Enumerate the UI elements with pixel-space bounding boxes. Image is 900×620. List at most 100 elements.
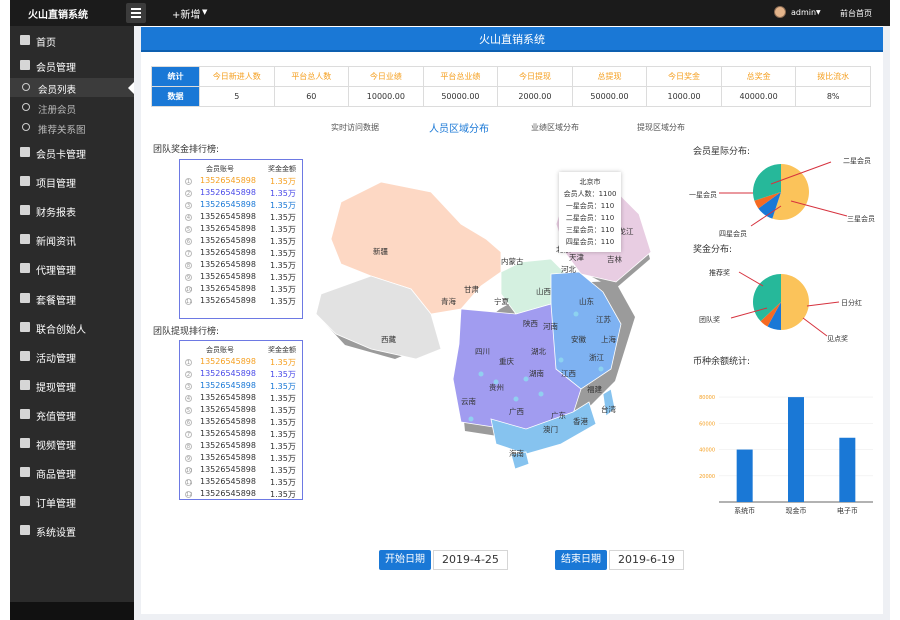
rank-badge: 8 (185, 443, 192, 450)
list-item[interactable]: 6 13526545898 1.35万 (180, 417, 302, 429)
tab-performance-region[interactable]: 业绩区域分布 (531, 122, 579, 133)
start-date-button[interactable]: 开始日期 (379, 550, 431, 570)
province-label: 广东 (551, 410, 566, 420)
list-item[interactable]: 3 13526545898 1.35万 (180, 381, 302, 393)
bonus-amount: 1.35万 (270, 249, 296, 258)
list-item[interactable]: 8 13526545898 1.35万 (180, 260, 302, 272)
province-label: 宁夏 (494, 296, 509, 306)
main-content: 火山直销系统 统计 今日新进人数 平台总人数 今日业绩 平台总业绩 今日提现 总提现 今日奖… (134, 26, 890, 620)
list-item[interactable]: 1 13526545898 1.35万 (180, 357, 302, 369)
sidebar-item-4[interactable]: 财务报表 (10, 196, 134, 225)
list-item[interactable]: 10 13526545898 1.35万 (180, 465, 302, 477)
sidebar-item-13[interactable]: 商品管理 (10, 458, 134, 487)
list-item[interactable]: 7 13526545898 1.35万 (180, 248, 302, 260)
member-account: 13526545898 (200, 465, 256, 474)
add-new-dropdown[interactable]: +新增 (172, 6, 200, 21)
sidebar-item-label: 提现管理 (36, 382, 76, 394)
user-menu[interactable]: admin (791, 8, 816, 17)
chevron-down-icon[interactable]: ▼ (816, 9, 821, 16)
sidebar-item-label: 商品管理 (36, 470, 76, 482)
sidebar-item-2[interactable]: 会员卡管理 (10, 138, 134, 167)
list-item[interactable]: 5 13526545898 1.35万 (180, 405, 302, 417)
sidebar-sub-label: 会员列表 (38, 85, 77, 96)
member-account: 13526545898 (200, 441, 256, 450)
stats-value: 8% (795, 86, 871, 107)
china-region-map[interactable]: 新疆西藏青海甘肃宁夏内蒙古黑龙江吉林辽宁北京天津河北山西陕西山东河南江苏安徽上海… (311, 164, 681, 476)
end-date-button[interactable]: 结束日期 (555, 550, 607, 570)
sidebar-item-8[interactable]: 联合创始人 (10, 313, 134, 342)
stats-table: 统计 今日新进人数 平台总人数 今日业绩 平台总业绩 今日提现 总提现 今日奖金 总奖金 拨比流… (151, 66, 871, 107)
rank-badge: 5 (185, 226, 192, 233)
sidebar-item-14[interactable]: 订单管理 (10, 487, 134, 516)
list-item[interactable]: 11 13526545898 1.35万 (180, 296, 302, 308)
sidebar-item-5[interactable]: 新闻资讯 (10, 225, 134, 254)
tooltip-line: 一星会员：110 (565, 202, 615, 210)
list-item[interactable]: 4 13526545898 1.35万 (180, 212, 302, 224)
menu-toggle-icon[interactable] (126, 3, 146, 23)
sidebar-item-6[interactable]: 代理管理 (10, 254, 134, 283)
list-item[interactable]: 10 13526545898 1.35万 (180, 284, 302, 296)
map-dot (468, 416, 474, 422)
rank-badge: 12 (185, 491, 193, 498)
pie-leader-lines (730, 271, 840, 337)
stats-header: 拨比流水 (795, 66, 871, 87)
tab-realtime[interactable]: 实时访问数据 (331, 122, 379, 133)
list-item[interactable]: 8 13526545898 1.35万 (180, 441, 302, 453)
sidebar-sub-item-2[interactable]: 推荐关系图 (10, 118, 134, 137)
bar (736, 449, 753, 502)
province-label: 天津 (569, 253, 584, 262)
stats-value: 60 (273, 86, 350, 107)
sidebar-item-11[interactable]: 充值管理 (10, 400, 134, 429)
list-item[interactable]: 7 13526545898 1.35万 (180, 429, 302, 441)
list-item[interactable]: 12 13526545898 1.35万 (180, 489, 302, 501)
megaphone-icon (20, 350, 30, 361)
end-date-group: 结束日期 2019-6-19 (555, 550, 695, 570)
bonus-amount: 1.35万 (270, 370, 296, 379)
bonus-amount: 1.35万 (270, 213, 296, 222)
sidebar-footer (10, 602, 134, 620)
y-tick-label: 20000 (699, 474, 715, 480)
chevron-down-icon[interactable]: ▼ (202, 8, 207, 16)
list-item[interactable]: 4 13526545898 1.35万 (180, 393, 302, 405)
front-page-link[interactable]: 前台首页 (840, 8, 872, 19)
list-item[interactable]: 9 13526545898 1.35万 (180, 453, 302, 465)
bonus-amount: 1.35万 (270, 442, 296, 451)
tooltip-line: 二星会员：110 (565, 214, 615, 222)
member-account: 13526545898 (200, 357, 256, 366)
list-item[interactable]: 11 13526545898 1.35万 (180, 477, 302, 489)
avatar[interactable] (774, 6, 786, 18)
tab-people-region[interactable]: 人员区域分布 (429, 120, 489, 135)
list-item[interactable]: 6 13526545898 1.35万 (180, 236, 302, 248)
rank-badge: 10 (185, 467, 193, 474)
sidebar-item-3[interactable]: 项目管理 (10, 167, 134, 196)
list-item[interactable]: 2 13526545898 1.35万 (180, 369, 302, 381)
sidebar-sub-item-1[interactable]: 注册会员 (10, 98, 134, 117)
stats-value: 50000.00 (422, 86, 499, 107)
province-label: 青海 (441, 296, 456, 306)
list-item[interactable]: 9 13526545898 1.35万 (180, 272, 302, 284)
sidebar-item-9[interactable]: 活动管理 (10, 342, 134, 371)
megaphone-icon (20, 438, 30, 448)
sidebar-item-12[interactable]: 视频管理 (10, 429, 134, 458)
sidebar-sub-item-0[interactable]: 会员列表 (10, 78, 134, 97)
bar (839, 437, 856, 502)
list-item[interactable]: 1 13526545898 1.35万 (180, 176, 302, 188)
rank-badge: 10 (185, 286, 193, 293)
province-label: 西藏 (381, 334, 396, 344)
list-item[interactable]: 3 13526545898 1.35万 (180, 200, 302, 212)
bonus-amount: 1.35万 (270, 237, 296, 246)
list-item[interactable]: 2 13526545898 1.35万 (180, 188, 302, 200)
end-date-input[interactable]: 2019-6-19 (609, 550, 684, 570)
sidebar-item-1[interactable]: 会员管理 (10, 51, 134, 80)
tooltip-line: 会员人数：1100 (563, 190, 617, 198)
sidebar-item-7[interactable]: 套餐管理 (10, 284, 134, 313)
start-date-input[interactable]: 2019-4-25 (433, 550, 508, 570)
list-item[interactable]: 5 13526545898 1.35万 (180, 224, 302, 236)
bonus-amount: 1.35万 (270, 454, 296, 463)
member-account: 13526545898 (200, 200, 256, 209)
tab-withdraw-region[interactable]: 提现区域分布 (637, 122, 685, 133)
sidebar-item-10[interactable]: 提现管理 (10, 371, 134, 400)
province-label: 河北 (561, 265, 576, 274)
sidebar-item-15[interactable]: 系统设置 (10, 516, 134, 545)
bonus-amount: 1.35万 (270, 261, 296, 270)
